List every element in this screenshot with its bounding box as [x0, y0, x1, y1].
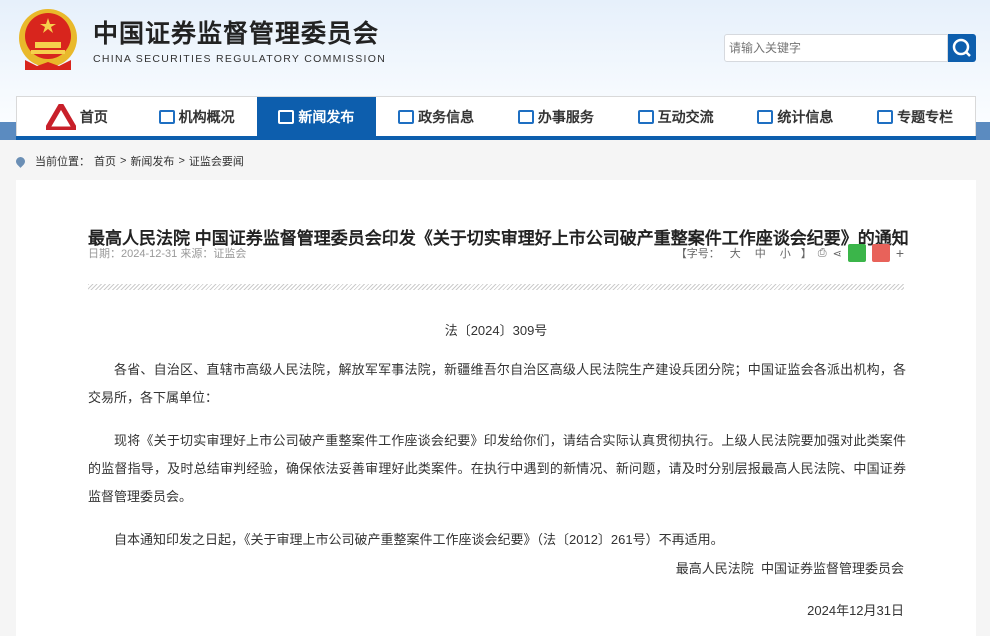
- print-icon[interactable]: ⎙: [818, 247, 827, 260]
- breadcrumb-label: 当前位置：: [35, 156, 90, 168]
- article-container: 最高人民法院 中国证券监督管理委员会印发《关于切实审理好上市公司破产重整案件工作…: [16, 180, 976, 636]
- breadcrumb: 当前位置： 首页 > 新闻发布 > 证监会要闻: [14, 153, 244, 169]
- paragraph: 现将《关于切实审理好上市公司破产重整案件工作座谈会纪要》印发给你们，请结合实际认…: [88, 433, 906, 504]
- main-nav: 首页 机构概况 新闻发布 政务信息 办事服务 互动交流 统计信息 专题专栏: [16, 96, 976, 140]
- news-icon: [278, 110, 295, 124]
- nav-government-info[interactable]: 政务信息: [376, 97, 496, 137]
- font-size-label: 【字号：: [675, 248, 720, 260]
- divider: [88, 284, 904, 290]
- font-medium-button[interactable]: 中: [755, 245, 766, 261]
- nav-label: 专题专栏: [897, 109, 954, 125]
- weibo-icon[interactable]: [871, 244, 890, 262]
- paragraph: 各省、自治区、直辖市高级人民法院，解放军军事法院，新疆维吾尔自治区高级人民法院生…: [88, 362, 906, 405]
- font-small-button[interactable]: 小: [780, 245, 791, 261]
- search-input[interactable]: [724, 34, 948, 62]
- nav-label: 统计信息: [777, 109, 834, 125]
- nav-label: 办事服务: [537, 109, 594, 125]
- chart-icon: [757, 110, 774, 124]
- wechat-icon[interactable]: [847, 244, 866, 262]
- search-button[interactable]: [948, 34, 976, 62]
- chat-icon: [637, 110, 654, 124]
- home-logo-icon: [45, 104, 76, 130]
- more-share-button[interactable]: +: [896, 245, 904, 261]
- breadcrumb-news[interactable]: 新闻发布: [130, 153, 174, 169]
- font-large-button[interactable]: 大: [730, 245, 741, 261]
- nav-statistics[interactable]: 统计信息: [736, 97, 856, 137]
- share-icon[interactable]: ⋖: [833, 247, 842, 260]
- paragraph: 自本通知印发之日起，《关于审理上市公司破产重整案件工作座谈会纪要》（法〔2012…: [114, 532, 724, 547]
- site-subtitle: CHINA SECURITIES REGULATORY COMMISSION: [93, 53, 387, 65]
- document-number: 法〔2024〕309号: [444, 323, 548, 338]
- search-icon: [952, 38, 971, 57]
- nav-topics[interactable]: 专题专栏: [855, 97, 975, 137]
- nav-home[interactable]: 首页: [17, 97, 137, 137]
- font-size-close: 】: [800, 248, 812, 260]
- nav-news[interactable]: 新闻发布: [256, 97, 377, 137]
- article-meta: 日期：2024-12-31 来源：证监会: [88, 248, 247, 260]
- nav-label: 机构概况: [178, 109, 235, 125]
- breadcrumb-separator: >: [178, 155, 185, 167]
- nav-label: 政务信息: [418, 109, 475, 125]
- article-body: 各省、自治区、直辖市高级人民法院，解放军军事法院，新疆维吾尔自治区高级人民法院生…: [88, 356, 906, 569]
- location-pin-icon: [14, 154, 27, 168]
- service-icon: [517, 110, 534, 124]
- document-icon: [877, 110, 894, 124]
- signature: 最高人民法院 中国证券监督管理委员会: [675, 561, 904, 576]
- monitor-icon: [398, 110, 415, 124]
- nav-institution[interactable]: 机构概况: [137, 97, 257, 137]
- nav-services[interactable]: 办事服务: [496, 97, 616, 137]
- nav-label: 互动交流: [657, 109, 714, 125]
- nav-interaction[interactable]: 互动交流: [616, 97, 736, 137]
- nav-label: 首页: [79, 109, 108, 125]
- national-emblem-icon: [19, 9, 77, 70]
- article-tools: 【字号： 大 中 小 】 ⎙ ⋖ +: [676, 244, 904, 262]
- nav-label: 新闻发布: [298, 109, 355, 125]
- institution-icon: [158, 110, 175, 124]
- breadcrumb-csrc-news[interactable]: 证监会要闻: [189, 153, 244, 169]
- breadcrumb-home[interactable]: 首页: [94, 153, 116, 169]
- issue-date: 2024年12月31日: [807, 603, 904, 618]
- breadcrumb-separator: >: [120, 155, 127, 167]
- site-title: 中国证券监督管理委员会: [93, 20, 380, 48]
